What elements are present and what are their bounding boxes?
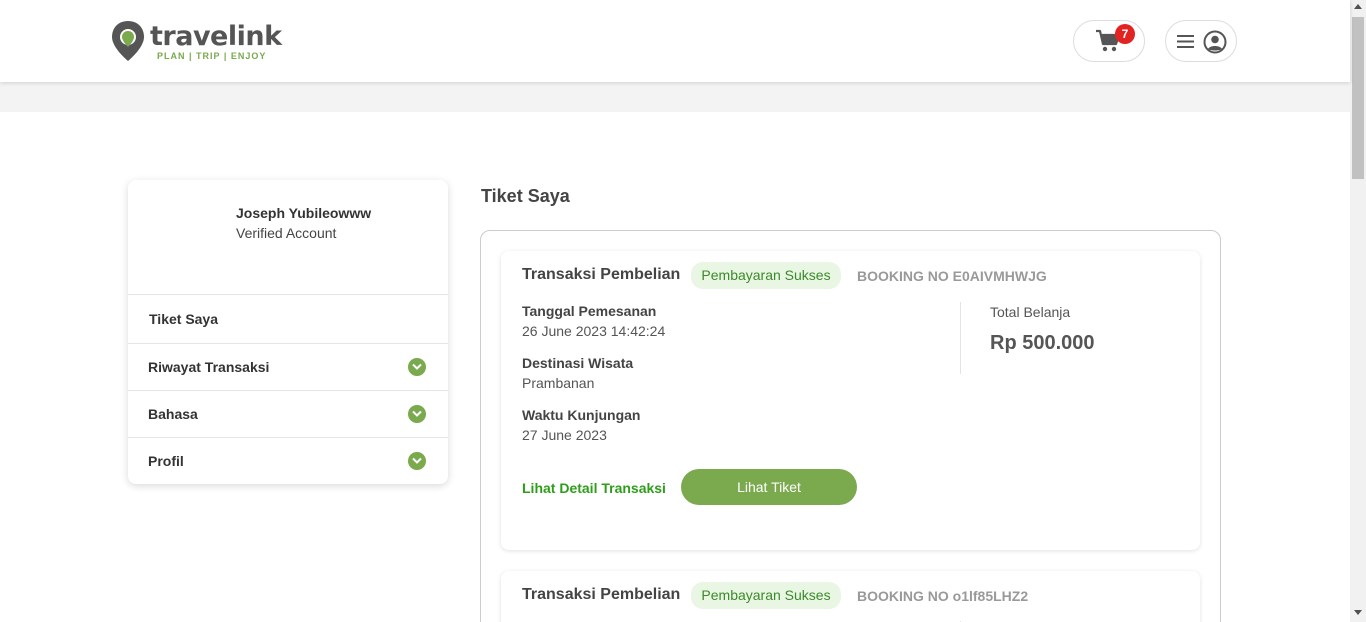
booking-number: BOOKING NO E0AIVMHWJG (857, 268, 1047, 284)
scroll-up-arrow-icon[interactable] (1354, 4, 1362, 9)
logo-wordmark: travelink (150, 21, 282, 52)
total-amount: Rp 500.000 (990, 332, 1095, 354)
vertical-divider (960, 302, 961, 374)
logo-tagline: PLAN | TRIP | ENJOY (157, 51, 267, 61)
visit-date-label: Waktu Kunjungan (522, 407, 641, 423)
scroll-thumb[interactable] (1352, 17, 1364, 179)
user-menu-button[interactable] (1165, 20, 1237, 62)
page-scrollbar[interactable] (1350, 0, 1366, 622)
order-date-label: Tanggal Pemesanan (522, 303, 657, 319)
view-transaction-detail-link[interactable]: Lihat Detail Transaksi (522, 480, 666, 496)
location-pin-icon (112, 21, 144, 61)
sidebar-item-label: Riwayat Transaksi (148, 359, 270, 375)
status-badge: Pembayaran Sukses (691, 262, 841, 289)
visit-date-value: 27 June 2023 (522, 427, 607, 443)
page-title: Tiket Saya (481, 186, 570, 206)
top-navbar: travelink PLAN | TRIP | ENJOY 7 (0, 0, 1350, 82)
chevron-down-icon[interactable] (408, 452, 426, 470)
total-label: Total Belanja (990, 304, 1071, 320)
account-status: Verified Account (236, 225, 337, 241)
chevron-down-icon[interactable] (408, 358, 426, 376)
status-badge: Pembayaran Sukses (691, 582, 841, 609)
destination-label: Destinasi Wisata (522, 355, 634, 371)
account-sidebar: Joseph Yubileowww Verified Account Tiket… (128, 180, 448, 484)
transaction-card: Transaksi Pembelian Pembayaran Sukses BO… (501, 251, 1200, 550)
user-name: Joseph Yubileowww (236, 205, 372, 221)
header-spacer-band (0, 82, 1350, 112)
destination-value: Prambanan (522, 375, 595, 391)
transaction-title: Transaksi Pembelian (522, 266, 681, 283)
scroll-down-arrow-icon[interactable] (1354, 610, 1362, 615)
booking-number: BOOKING NO o1lf85LHZ2 (857, 588, 1029, 604)
sidebar-item-label: Profil (148, 453, 184, 469)
transaction-title: Transaksi Pembelian (522, 586, 681, 603)
order-date-value: 26 June 2023 14:42:24 (522, 323, 666, 339)
cart-count-badge: 7 (1115, 24, 1135, 44)
hamburger-menu-icon (1177, 35, 1194, 48)
sidebar-item-bahasa[interactable]: Bahasa (128, 390, 448, 437)
user-avatar-icon (1203, 30, 1227, 54)
sidebar-item-tiket-saya[interactable]: Tiket Saya (128, 294, 448, 341)
travelink-logo[interactable]: travelink PLAN | TRIP | ENJOY (110, 20, 282, 64)
sidebar-item-profil[interactable]: Profil (128, 437, 448, 484)
sidebar-item-label: Bahasa (148, 406, 198, 422)
view-ticket-button[interactable]: Lihat Tiket (681, 469, 857, 505)
sidebar-item-label: Tiket Saya (149, 311, 219, 327)
cart-button[interactable]: 7 (1073, 20, 1145, 62)
chevron-down-icon[interactable] (408, 405, 426, 423)
sidebar-item-riwayat-transaksi[interactable]: Riwayat Transaksi (128, 343, 448, 390)
transaction-card: Transaksi Pembelian Pembayaran Sukses BO… (501, 571, 1200, 622)
